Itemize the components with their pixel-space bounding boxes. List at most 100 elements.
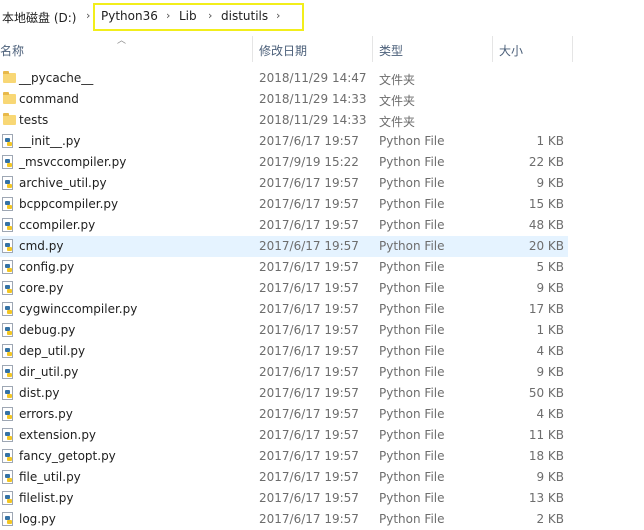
file-size: 22 KB (528, 155, 564, 169)
file-row[interactable]: cygwinccompiler.py 2017/6/17 19:57 Python … (0, 299, 568, 320)
chevron-right-icon[interactable]: › (208, 9, 212, 22)
python-logo-yellow (7, 499, 12, 503)
file-type: Python File (379, 155, 445, 169)
file-row[interactable]: command 2018/11/29 14:33 文件夹 (0, 89, 568, 110)
chevron-right-icon[interactable]: › (276, 9, 280, 22)
python-logo-yellow (7, 205, 12, 209)
column-divider[interactable] (572, 36, 573, 62)
file-row[interactable]: extension.py 2017/6/17 19:57 Python File 11… (0, 425, 568, 446)
file-name: bcppcompiler.py (19, 197, 119, 211)
file-row[interactable]: log.py 2017/6/17 19:57 Python File 2 KB (0, 509, 568, 530)
column-header: 名称 修改日期 类型 大小 (0, 36, 644, 62)
python-logo-yellow (7, 415, 12, 419)
file-date: 2017/6/17 19:57 (259, 428, 359, 442)
file-date: 2017/9/19 15:22 (259, 155, 359, 169)
file-type: Python File (379, 281, 445, 295)
file-type: Python File (379, 470, 445, 484)
breadcrumb-item-lib[interactable]: Lib (179, 9, 197, 23)
column-divider[interactable] (372, 36, 373, 62)
python-file-icon (2, 449, 13, 463)
column-header-date[interactable]: 修改日期 (259, 42, 307, 59)
file-type: Python File (379, 134, 445, 148)
python-file-icon (2, 176, 13, 190)
column-header-size[interactable]: 大小 (499, 42, 523, 59)
file-name: ccompiler.py (19, 218, 96, 232)
file-name: config.py (19, 260, 75, 274)
file-row[interactable]: dist.py 2017/6/17 19:57 Python File 50 KB (0, 383, 568, 404)
file-type: Python File (379, 512, 445, 526)
file-type: Python File (379, 344, 445, 358)
file-name: cmd.py (19, 239, 64, 253)
file-type: Python File (379, 407, 445, 421)
file-row[interactable]: ccompiler.py 2017/6/17 19:57 Python File 48… (0, 215, 568, 236)
file-date: 2017/6/17 19:57 (259, 407, 359, 421)
file-name: debug.py (19, 323, 76, 337)
column-divider[interactable] (492, 36, 493, 62)
file-type: Python File (379, 323, 445, 337)
file-name: cygwinccompiler.py (19, 302, 138, 316)
column-header-type[interactable]: 类型 (379, 42, 403, 59)
file-row[interactable]: archive_util.py 2017/6/17 19:57 Python Fil… (0, 173, 568, 194)
file-row[interactable]: debug.py 2017/6/17 19:57 Python File 1 KB (0, 320, 568, 341)
file-row[interactable]: tests 2018/11/29 14:33 文件夹 (0, 110, 568, 131)
file-size: 5 KB (536, 260, 564, 274)
address-bar[interactable]: 本地磁盘 (D:) › Python36 › Lib › distutils › (0, 0, 644, 34)
file-date: 2017/6/17 19:57 (259, 491, 359, 505)
python-logo-yellow (7, 394, 12, 398)
file-size: 1 KB (536, 323, 564, 337)
file-date: 2017/6/17 19:57 (259, 386, 359, 400)
file-type: Python File (379, 239, 445, 253)
python-logo-yellow (7, 268, 12, 272)
file-row[interactable]: __init__.py 2017/6/17 19:57 Python File 1 K… (0, 131, 568, 152)
file-size: 13 KB (528, 491, 564, 505)
file-row[interactable]: core.py 2017/6/17 19:57 Python File 9 KB (0, 278, 568, 299)
file-size: 18 KB (528, 449, 564, 463)
column-divider[interactable] (252, 36, 253, 62)
python-logo-yellow (7, 457, 12, 461)
file-size: 9 KB (536, 470, 564, 484)
file-date: 2017/6/17 19:57 (259, 134, 359, 148)
breadcrumb-item-python36[interactable]: Python36 (101, 9, 158, 23)
chevron-right-icon[interactable]: › (166, 9, 170, 22)
python-file-icon (2, 386, 13, 400)
file-row[interactable]: bcppcompiler.py 2017/6/17 19:57 Python Fil… (0, 194, 568, 215)
file-row[interactable]: filelist.py 2017/6/17 19:57 Python File 13 … (0, 488, 568, 509)
file-row[interactable]: cmd.py 2017/6/17 19:57 Python File 20 KB (0, 236, 568, 257)
file-size: 4 KB (536, 407, 564, 421)
file-name: tests (19, 113, 49, 127)
file-row[interactable]: fancy_getopt.py 2017/6/17 19:57 Python Fil… (0, 446, 568, 467)
file-date: 2017/6/17 19:57 (259, 260, 359, 274)
file-name: log.py (19, 512, 56, 526)
file-name: dep_util.py (19, 344, 86, 358)
file-size: 9 KB (536, 365, 564, 379)
file-date: 2017/6/17 19:57 (259, 302, 359, 316)
python-logo-yellow (7, 142, 12, 146)
python-file-icon (2, 302, 13, 316)
file-date: 2017/6/17 19:57 (259, 512, 359, 526)
file-row[interactable]: errors.py 2017/6/17 19:57 Python File 4 KB (0, 404, 568, 425)
breadcrumb-root[interactable]: 本地磁盘 (D:) (2, 9, 76, 26)
file-size: 50 KB (528, 386, 564, 400)
column-header-name[interactable]: 名称 (0, 42, 24, 59)
chevron-right-icon[interactable]: › (86, 9, 90, 22)
folder-icon (3, 113, 16, 125)
file-row[interactable]: dep_util.py 2017/6/17 19:57 Python File 4 K… (0, 341, 568, 362)
file-date: 2017/6/17 19:57 (259, 344, 359, 358)
file-date: 2017/6/17 19:57 (259, 218, 359, 232)
file-row[interactable]: dir_util.py 2017/6/17 19:57 Python File 9 K… (0, 362, 568, 383)
file-row[interactable]: config.py 2017/6/17 19:57 Python File 5 KB (0, 257, 568, 278)
file-date: 2017/6/17 19:57 (259, 449, 359, 463)
python-file-icon (2, 197, 13, 211)
file-row[interactable]: _msvccompiler.py 2017/9/19 15:22 Python Fi… (0, 152, 568, 173)
file-type: Python File (379, 218, 445, 232)
file-size: 48 KB (528, 218, 564, 232)
file-size: 15 KB (528, 197, 564, 211)
file-date: 2017/6/17 19:57 (259, 197, 359, 211)
breadcrumb-item-distutils[interactable]: distutils (221, 9, 268, 23)
file-row[interactable]: file_util.py 2017/6/17 19:57 Python File 9 … (0, 467, 568, 488)
file-name: extension.py (19, 428, 97, 442)
file-row[interactable]: __pycache__ 2018/11/29 14:47 文件夹 (0, 68, 568, 89)
file-size: 1 KB (536, 134, 564, 148)
python-file-icon (2, 281, 13, 295)
file-list: __pycache__ 2018/11/29 14:47 文件夹 command 201… (0, 68, 644, 530)
